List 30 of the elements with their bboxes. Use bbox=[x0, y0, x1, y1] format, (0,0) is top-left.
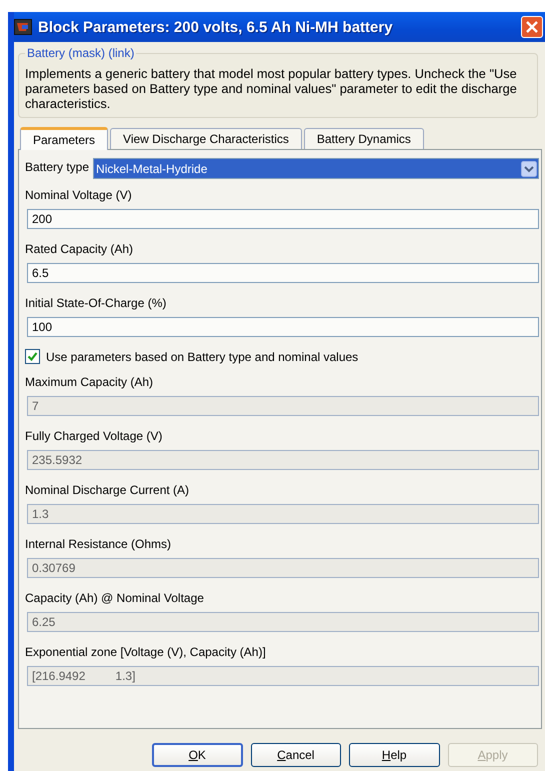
input-field: 7 bbox=[27, 396, 539, 416]
field-label: Exponential zone [Voltage (V), Capacity (Ah)] bbox=[25, 644, 267, 660]
tab[interactable]: Parameters bbox=[20, 127, 108, 150]
field-label: Nominal Discharge Current (A) bbox=[25, 482, 190, 498]
dialog-button[interactable]: Cancel bbox=[250, 743, 342, 767]
input-field[interactable]: 6.5 bbox=[27, 263, 539, 283]
field-label: Initial State-Of-Charge (%) bbox=[25, 295, 168, 311]
field-label: Nominal Voltage (V) bbox=[25, 187, 133, 203]
checkbox-label: Use parameters based on Battery type and nominal values bbox=[46, 350, 358, 364]
input-field[interactable]: 100 bbox=[27, 317, 539, 337]
tab[interactable]: Battery Dynamics bbox=[304, 128, 424, 149]
dialog-button[interactable]: OK bbox=[152, 743, 243, 767]
input-field: 1.3 bbox=[27, 504, 539, 524]
field-label: Fully Charged Voltage (V) bbox=[25, 428, 164, 444]
input-field: 0.30769 bbox=[27, 558, 539, 578]
input-field: 6.25 bbox=[27, 612, 539, 632]
field-label: Maximum Capacity (Ah) bbox=[25, 374, 154, 390]
dialog-button[interactable]: Help bbox=[349, 743, 440, 767]
field-label: Rated Capacity (Ah) bbox=[25, 241, 134, 257]
window-title: Block Parameters: 200 volts, 6.5 Ah Ni-MH battery bbox=[38, 18, 393, 36]
tab[interactable]: View Discharge Characteristics bbox=[110, 128, 302, 149]
description-text: Implements a generic battery that model most popular battery types. Uncheck the "Use parameters based on Battery type and nominal values" parameter to edit the discharge characteristics. bbox=[25, 66, 518, 111]
input-field: 235.5932 bbox=[27, 450, 539, 470]
input-field[interactable]: 200 bbox=[27, 209, 539, 229]
field-label: Battery type bbox=[25, 158, 90, 174]
group-title: Battery (mask) (link) bbox=[26, 46, 136, 60]
field-label: Internal Resistance (Ohms) bbox=[25, 536, 172, 552]
field-label: Capacity (Ah) @ Nominal Voltage bbox=[25, 590, 205, 606]
input-field: [216.9492 1.3] bbox=[27, 666, 539, 686]
battery-type-dropdown[interactable]: Nickel-Metal-Hydride bbox=[93, 158, 539, 179]
